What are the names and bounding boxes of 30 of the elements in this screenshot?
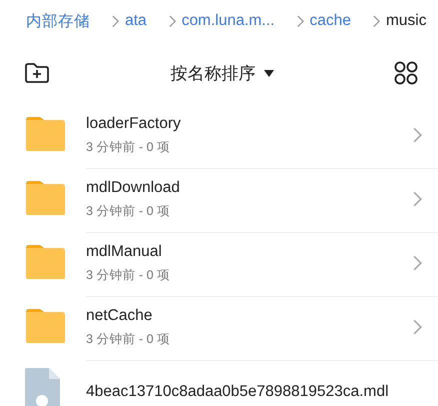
grid-view-icon[interactable] (394, 61, 418, 85)
file-name: mdlManual (86, 243, 163, 261)
chevron-right-icon (413, 319, 422, 336)
chevron-right-icon (372, 14, 380, 28)
chevron-right-icon (413, 127, 422, 144)
file-name: loaderFactory (86, 115, 182, 133)
chevron-right-icon (413, 191, 422, 208)
folder-icon (24, 180, 67, 216)
chevron-right-icon (112, 14, 119, 28)
chevron-right-icon (296, 14, 304, 28)
chevron-right-icon (168, 14, 176, 28)
breadcrumb-link[interactable]: com.luna.m... (182, 12, 275, 30)
file-name: netCache (86, 307, 154, 325)
file-meta: 3 分钟前 - 0 项 (86, 331, 171, 348)
breadcrumb-link[interactable]: cache (310, 12, 351, 30)
new-folder-icon[interactable] (24, 62, 50, 84)
folder-icon (24, 116, 67, 152)
file-meta: 3 分钟前 - 0 项 (86, 267, 171, 284)
breadcrumb-link[interactable]: 内部存储 (26, 10, 90, 32)
file-name: mdlDownload (86, 179, 181, 197)
folder-icon (24, 308, 67, 344)
dropdown-caret-icon (264, 70, 274, 76)
file-name: 4beac13710c8adaa0b5e7898819523ca.mdl (86, 383, 390, 401)
breadcrumb-link[interactable]: music (386, 12, 426, 30)
chevron-right-icon (413, 255, 422, 272)
file-meta: 3 分钟前 - 0 项 (86, 139, 171, 156)
sort-dropdown[interactable]: 按名称排序 (170, 62, 274, 84)
file-meta: 3 分钟前 - 0 项 (86, 203, 171, 220)
folder-icon (24, 244, 67, 280)
breadcrumb-link[interactable]: ata (125, 12, 147, 30)
